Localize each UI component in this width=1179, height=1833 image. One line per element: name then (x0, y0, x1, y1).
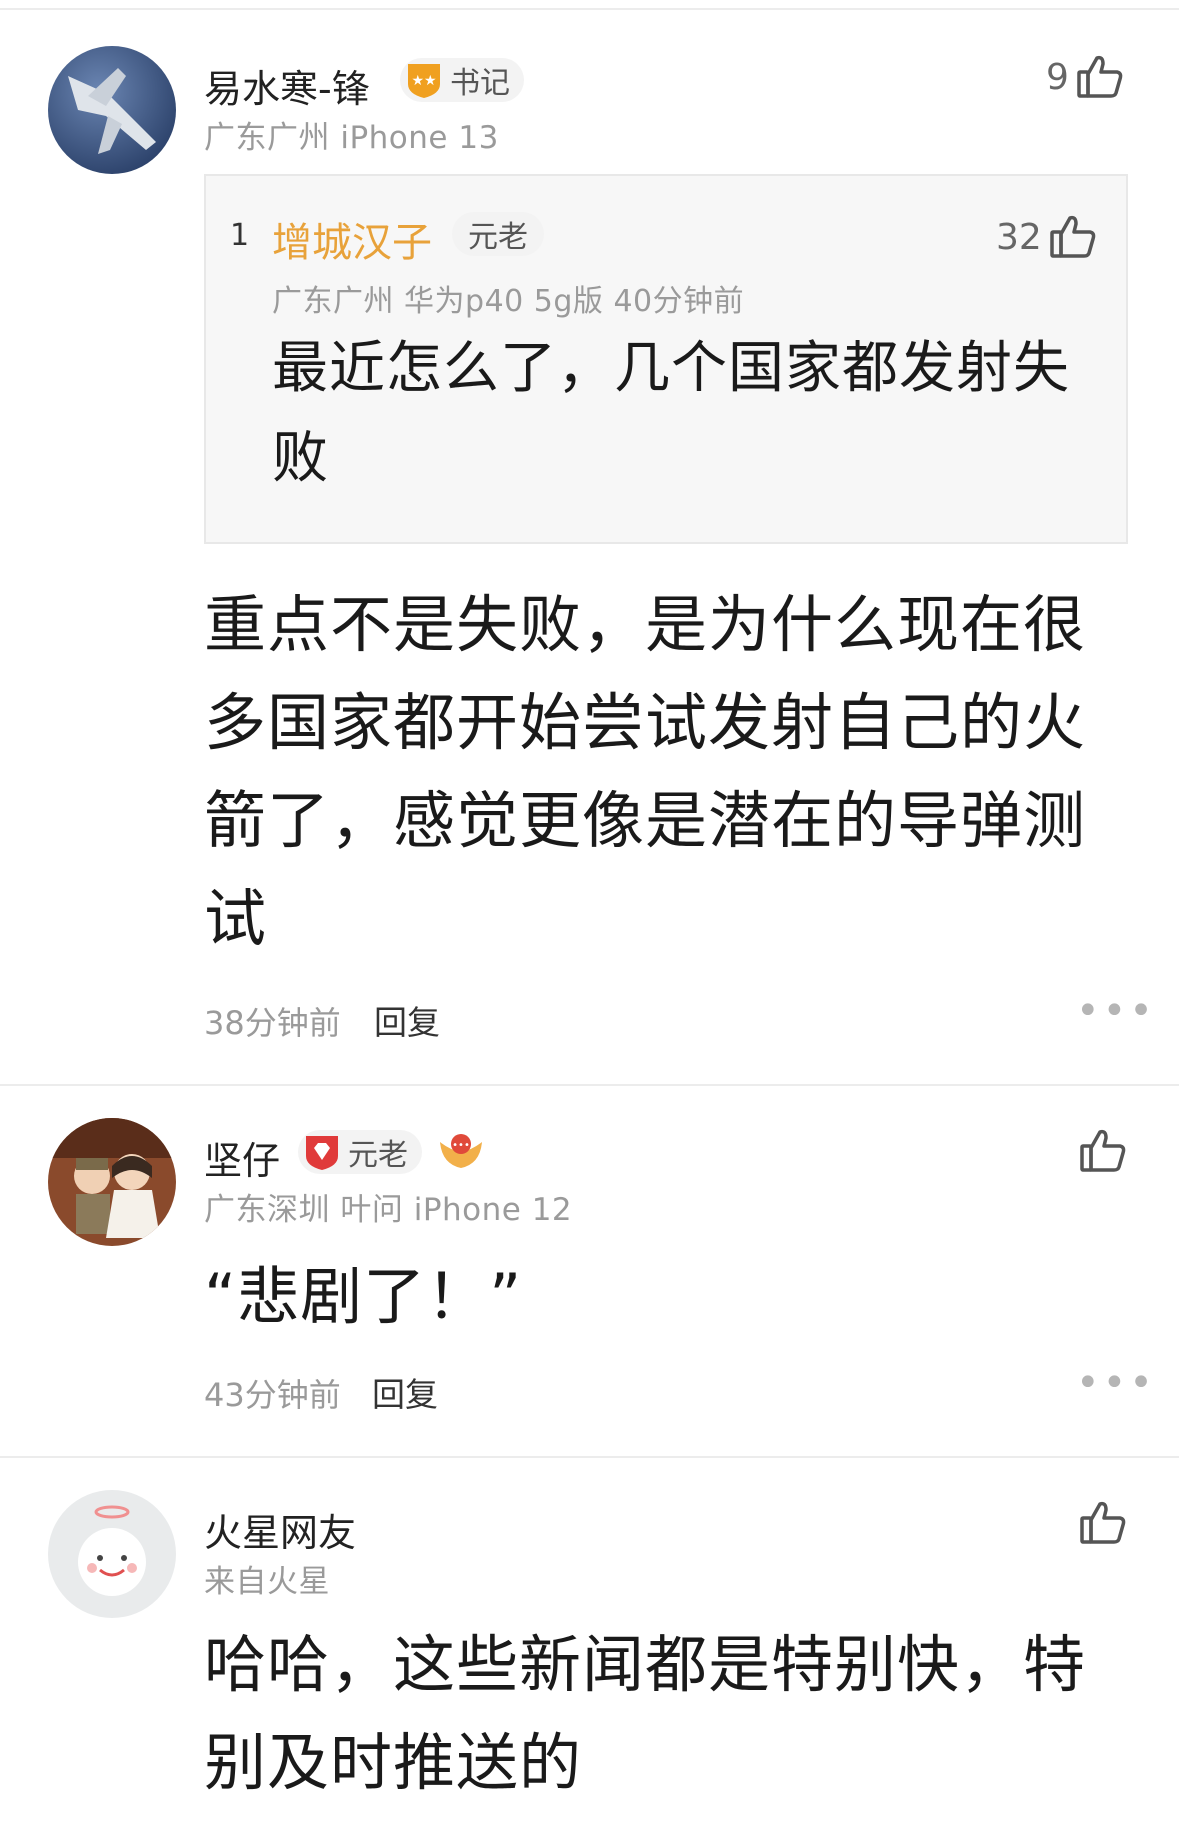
comment-text: 哈哈，这些新闻都是特别快，特别及时推送的 (204, 1628, 1087, 1799)
star-shield-icon: ★★ (404, 60, 444, 100)
like-button[interactable] (1078, 1126, 1128, 1176)
like-button[interactable] (1078, 1498, 1128, 1548)
quote-meta: 广东广州 华为p40 5g版 40分钟前 (272, 284, 745, 319)
quote-text: 最近怎么了，几个国家都发射失败 (272, 336, 1070, 491)
username[interactable]: 易水寒-锋 (204, 58, 370, 113)
rank-badge: ★★ 书记 (400, 58, 524, 102)
red-diamond-icon (302, 1132, 342, 1172)
comment-divider (0, 1084, 1179, 1086)
rank-badge: 元老 (298, 1130, 422, 1174)
user-meta: 广东深圳 叶问 iPhone 12 (204, 1192, 573, 1228)
like-button[interactable]: 9 (1046, 52, 1125, 102)
quote-index: 1 (230, 218, 250, 253)
reply-button[interactable]: 回复 (374, 996, 440, 1044)
quote-username[interactable]: 增城汉子 (272, 210, 432, 268)
badge-label: 书记 (450, 66, 510, 101)
comment-text: 重点不是失败，是为什么现在很多国家都开始尝试发射自己的火箭了，感觉更像是潜在的导… (204, 588, 1087, 955)
like-count: 32 (996, 216, 1042, 258)
more-dots-icon[interactable]: ••• (1076, 988, 1156, 1034)
username[interactable]: 火星网友 (204, 1502, 356, 1557)
quote-like-button[interactable]: 32 (996, 212, 1098, 262)
comment-text: “悲剧了！” (204, 1260, 523, 1333)
top-divider (0, 8, 1179, 10)
badge-label: 元老 (468, 220, 528, 255)
thumbs-up-icon (1048, 212, 1098, 262)
reply-button[interactable]: 回复 (372, 1368, 438, 1416)
username[interactable]: 坚仔 (204, 1130, 280, 1185)
quote-rank-badge: 元老 (452, 212, 544, 256)
avatar[interactable] (48, 1490, 176, 1618)
thumbs-up-icon (1075, 52, 1125, 102)
avatar[interactable] (48, 1118, 176, 1246)
badge-label: 元老 (348, 1138, 408, 1173)
comment-time: 38分钟前 (204, 1004, 341, 1042)
like-count: 9 (1046, 56, 1069, 98)
more-dots-icon[interactable]: ••• (1076, 1360, 1156, 1406)
svg-text:•••: ••• (452, 1140, 470, 1151)
comment-divider (0, 1456, 1179, 1458)
wings-emblem-icon: ••• (436, 1128, 486, 1178)
comment-time: 43分钟前 (204, 1376, 341, 1414)
avatar[interactable] (48, 46, 176, 174)
thumbs-up-icon (1078, 1126, 1128, 1176)
quoted-comment[interactable]: 1 增城汉子 元老 32 广东广州 华为p40 5g版 40分钟前 最近怎么了，… (204, 174, 1128, 544)
svg-text:★★: ★★ (411, 73, 436, 89)
thumbs-up-icon (1078, 1498, 1128, 1548)
user-meta: 来自火星 (204, 1564, 330, 1600)
user-meta: 广东广州 iPhone 13 (204, 120, 499, 156)
